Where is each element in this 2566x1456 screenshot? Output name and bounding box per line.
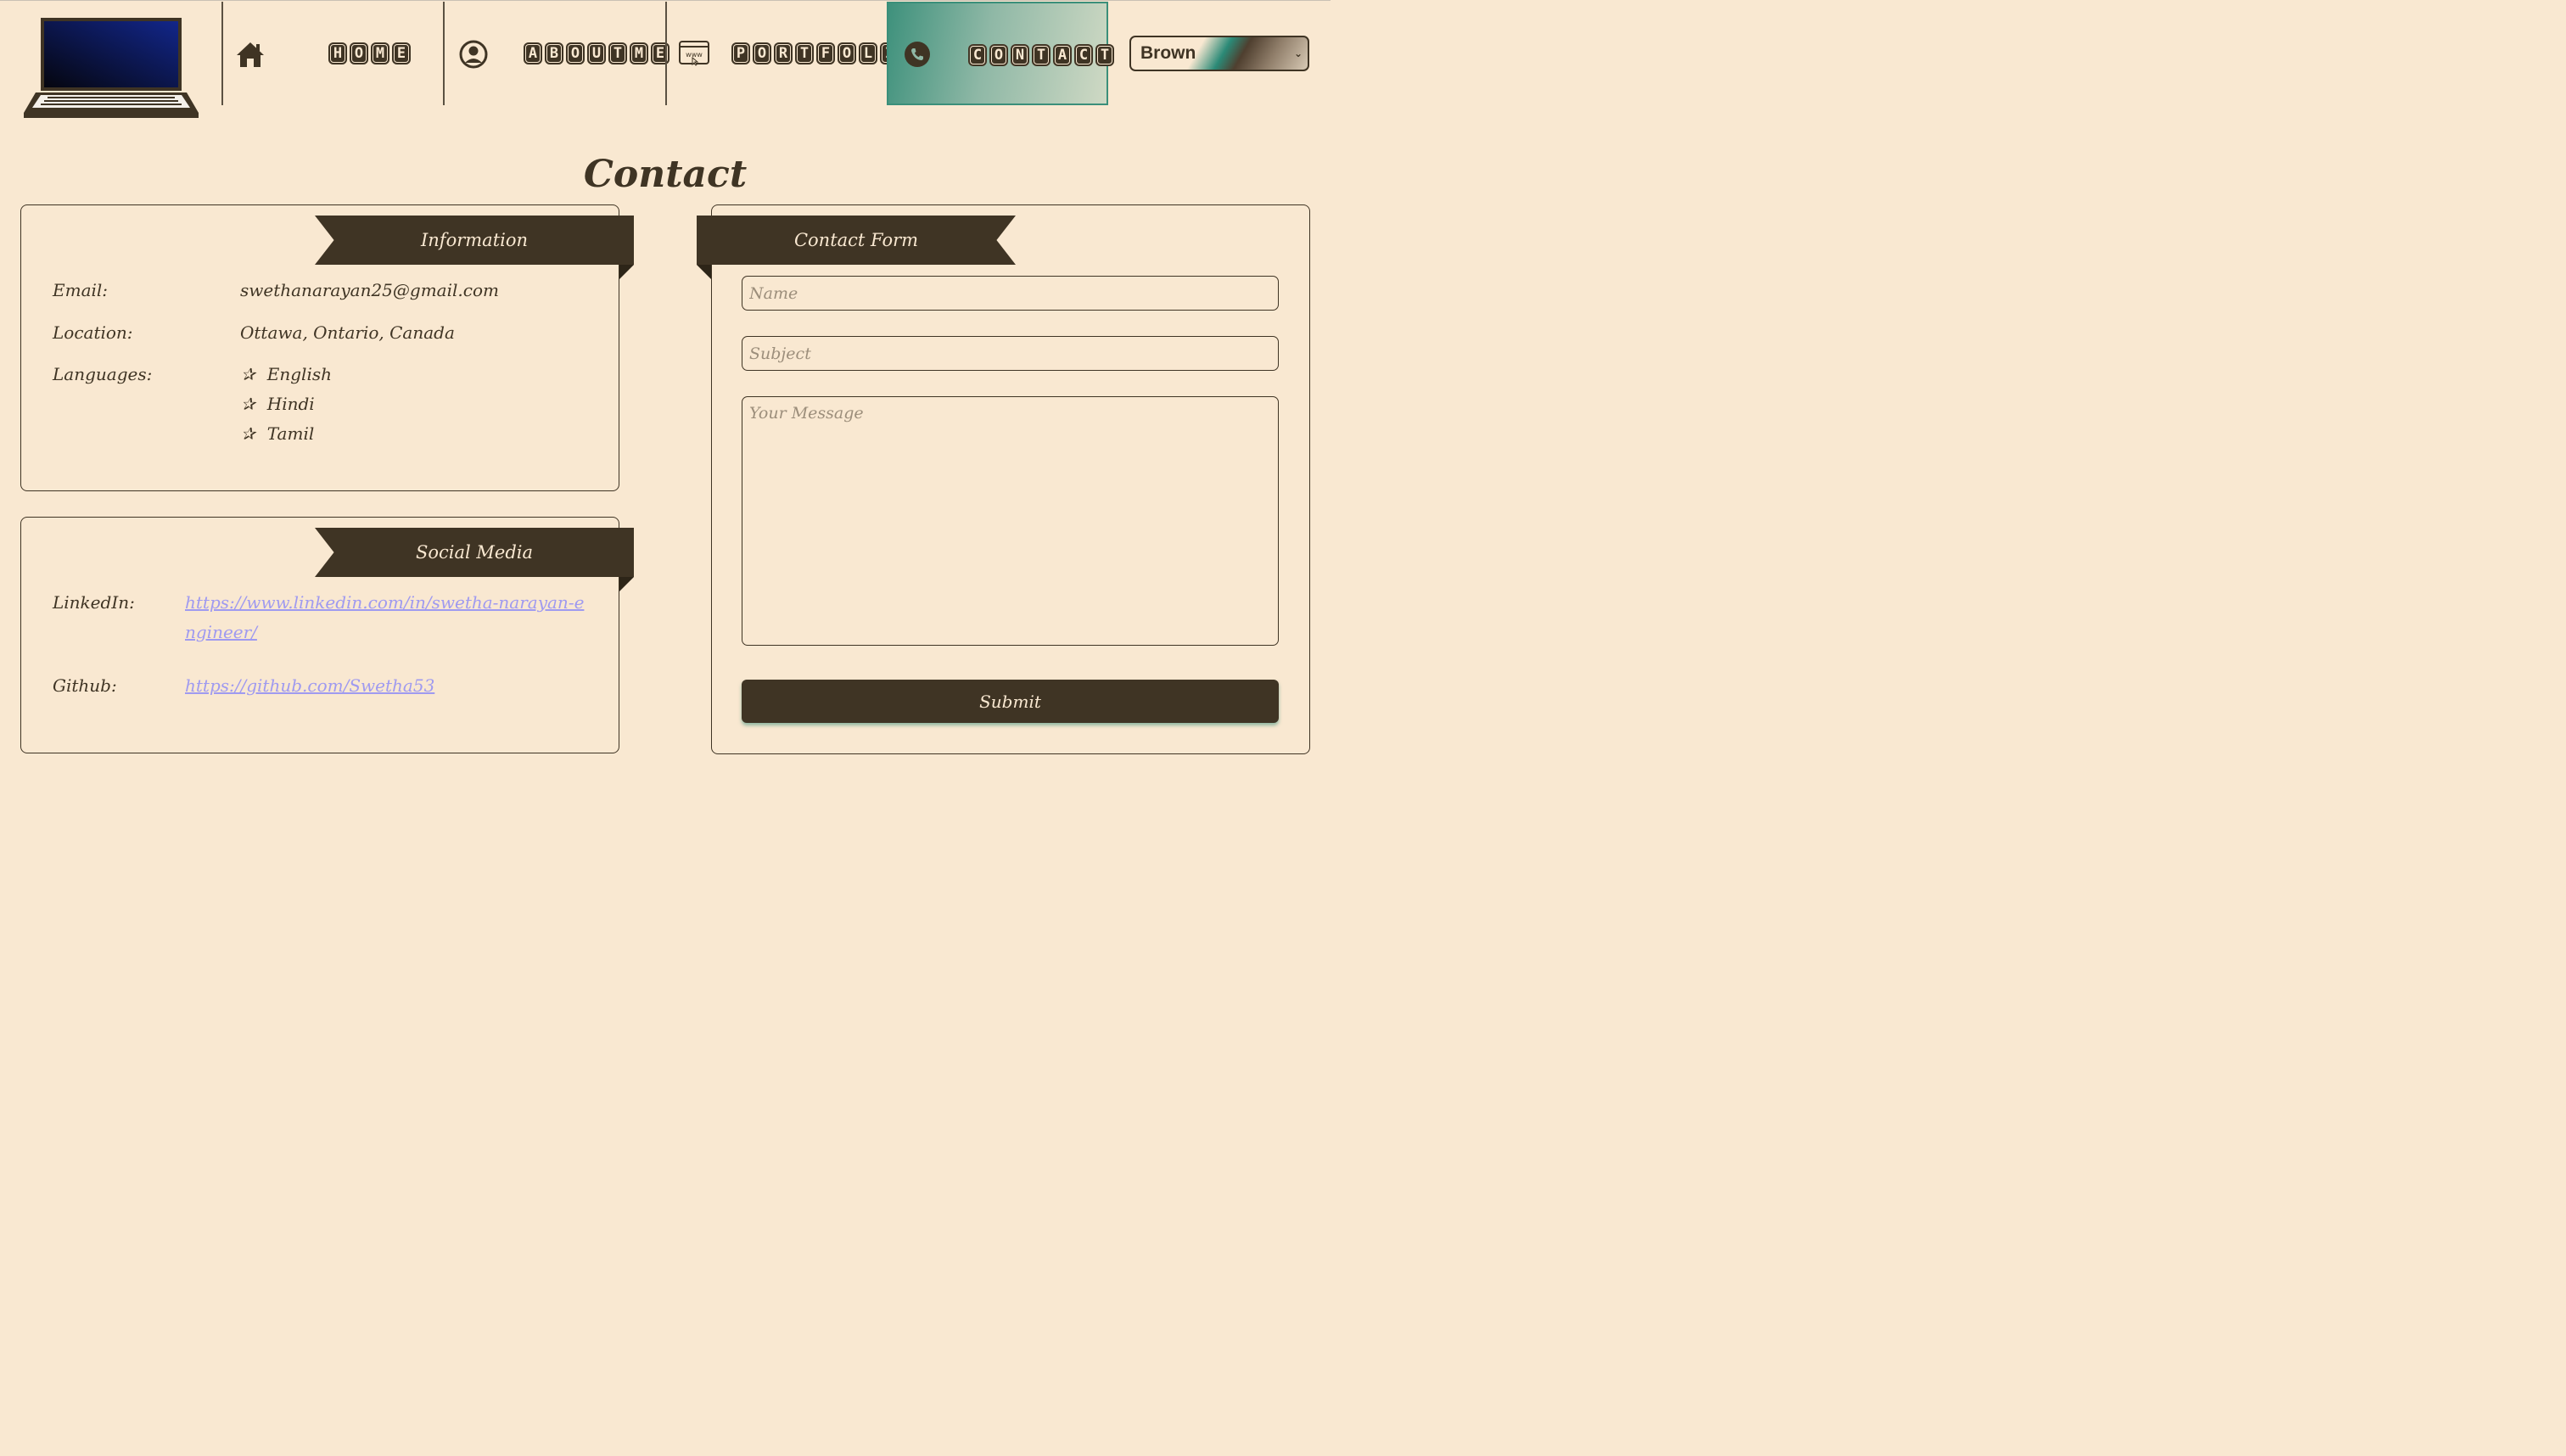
theme-select-value: Brown bbox=[1140, 43, 1196, 63]
message-textarea[interactable] bbox=[742, 396, 1279, 646]
nav-contact-label: CONTACT bbox=[968, 44, 1114, 68]
language-item: ✰ Tamil bbox=[241, 423, 314, 444]
nav-letter: A bbox=[1053, 44, 1072, 66]
nav-letter: P bbox=[731, 42, 750, 64]
linkedin-link[interactable]: https://www.linkedin.com/in/swetha-naray… bbox=[185, 588, 592, 647]
contact-form-heading-text: Contact Form bbox=[793, 230, 919, 250]
contact-form-heading: Contact Form bbox=[697, 216, 1016, 265]
submit-button[interactable]: Submit bbox=[742, 680, 1279, 723]
nav-letter: A bbox=[524, 42, 542, 64]
ribbon-fold bbox=[697, 265, 711, 279]
nav-divider bbox=[443, 2, 445, 105]
nav-letter: N bbox=[1011, 44, 1029, 66]
language-tamil: Tamil bbox=[266, 423, 315, 444]
nav-letter: O bbox=[838, 42, 856, 64]
nav-letter: M bbox=[630, 42, 648, 64]
top-nav: HOME ABOUTME www PORTFOLIO CONTACT Brown bbox=[0, 0, 1331, 119]
nav-letter: T bbox=[1095, 44, 1114, 66]
subject-input[interactable] bbox=[742, 336, 1279, 371]
nav-letter: C bbox=[1074, 44, 1093, 66]
chevron-down-icon: ⌄ bbox=[1293, 48, 1303, 59]
information-heading-text: Information bbox=[420, 230, 529, 250]
language-item: ✰ Hindi bbox=[241, 394, 315, 414]
name-input[interactable] bbox=[742, 276, 1279, 311]
nav-letter: T bbox=[795, 42, 814, 64]
theme-select[interactable]: Brown ⌄ bbox=[1129, 36, 1309, 71]
nav-letter: H bbox=[328, 42, 347, 64]
nav-letter: M bbox=[371, 42, 389, 64]
nav-letter: R bbox=[774, 42, 793, 64]
nav-letter: L bbox=[859, 42, 877, 64]
email-value: swethanarayan25@gmail.com bbox=[240, 280, 499, 300]
github-link[interactable]: https://github.com/Swetha53 bbox=[185, 671, 601, 701]
nav-letter: U bbox=[587, 42, 606, 64]
github-label: Github: bbox=[53, 675, 117, 696]
social-media-heading-text: Social Media bbox=[415, 542, 534, 563]
language-item: ✰ English bbox=[241, 364, 332, 384]
laptop-logo-icon[interactable] bbox=[22, 16, 200, 120]
nav-letter: F bbox=[816, 42, 835, 64]
nav-letter: O bbox=[350, 42, 368, 64]
nav-divider bbox=[665, 2, 667, 105]
nav-letter: E bbox=[392, 42, 411, 64]
ribbon-fold bbox=[619, 577, 634, 591]
nav-home[interactable]: HOME bbox=[221, 2, 443, 105]
nav-about-me-label: ABOUTME bbox=[524, 42, 670, 66]
nav-letter: T bbox=[1032, 44, 1050, 66]
language-english: English bbox=[266, 364, 332, 384]
email-label: Email: bbox=[53, 280, 109, 300]
location-label: Location: bbox=[53, 322, 133, 343]
nav-letter: C bbox=[968, 44, 987, 66]
page-title: Contact bbox=[583, 153, 748, 196]
star-icon: ✰ bbox=[241, 364, 255, 384]
nav-contact[interactable]: CONTACT bbox=[887, 2, 1114, 105]
nav-letter: O bbox=[566, 42, 585, 64]
nav-divider bbox=[221, 2, 223, 105]
nav-letter: O bbox=[989, 44, 1008, 66]
nav-portfolio[interactable]: www PORTFOLIO bbox=[665, 2, 920, 105]
nav-letter: T bbox=[608, 42, 627, 64]
star-icon: ✰ bbox=[241, 423, 255, 444]
user-circle-icon bbox=[459, 40, 488, 69]
linkedin-label: LinkedIn: bbox=[53, 592, 135, 613]
svg-text:www: www bbox=[686, 51, 703, 59]
language-hindi: Hindi bbox=[266, 394, 315, 414]
ribbon-fold bbox=[619, 265, 634, 279]
social-media-heading: Social Media bbox=[315, 528, 634, 577]
nav-letter: B bbox=[545, 42, 563, 64]
phone-icon bbox=[905, 42, 930, 67]
star-icon: ✰ bbox=[241, 394, 255, 414]
nav-about-me[interactable]: ABOUTME bbox=[443, 2, 670, 105]
information-heading: Information bbox=[315, 216, 634, 265]
location-value: Ottawa, Ontario, Canada bbox=[240, 322, 455, 343]
languages-label: Languages: bbox=[53, 364, 153, 384]
home-icon bbox=[237, 42, 264, 67]
nav-home-label: HOME bbox=[328, 42, 411, 66]
nav-letter: O bbox=[753, 42, 771, 64]
www-browser-icon: www bbox=[679, 41, 709, 66]
